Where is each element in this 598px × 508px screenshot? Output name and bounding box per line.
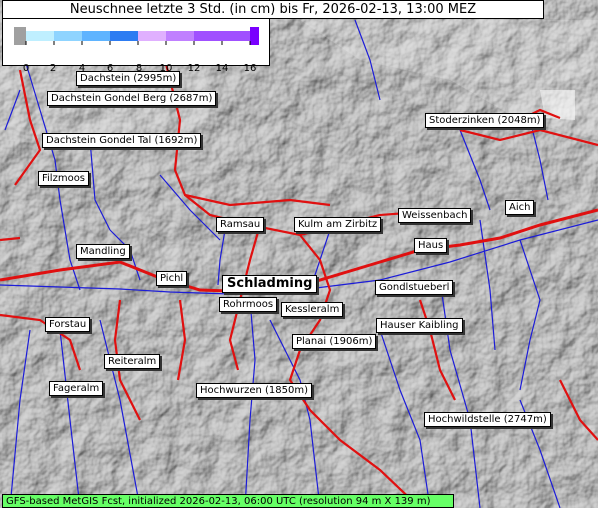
- place-label-dachstein-gondel-berg[interactable]: Dachstein Gondel Berg (2687m): [47, 91, 217, 106]
- place-label-filzmoos[interactable]: Filzmoos: [38, 171, 90, 186]
- place-label-pichl[interactable]: Pichl: [156, 271, 188, 286]
- map-title: Neuschnee letzte 3 Std. (in cm) bis Fr, …: [2, 0, 544, 19]
- place-label-hochwurzen[interactable]: Hochwurzen (1850m): [196, 383, 313, 398]
- place-label-mandling[interactable]: Mandling: [76, 244, 130, 259]
- legend-tick: 16: [243, 63, 257, 74]
- map-view[interactable]: Neuschnee letzte 3 Std. (in cm) bis Fr, …: [0, 0, 598, 508]
- place-label-hauser-kaibling[interactable]: Hauser Kaibling: [376, 318, 463, 333]
- legend-tick: 0: [22, 63, 30, 74]
- forecast-info-footer: GFS-based MetGIS Fcst, initialized 2026-…: [2, 494, 454, 508]
- legend-swatch: [222, 31, 250, 41]
- place-label-schladming[interactable]: Schladming: [222, 275, 318, 293]
- legend-swatch: [54, 31, 83, 41]
- place-label-dachstein-gondel-tal[interactable]: Dachstein Gondel Tal (1692m): [42, 133, 202, 148]
- place-label-rohrmoos[interactable]: Rohrmoos: [219, 297, 278, 312]
- place-label-weissenbach[interactable]: Weissenbach: [398, 208, 472, 223]
- place-label-ramsau[interactable]: Ramsau: [216, 217, 265, 232]
- legend-swatch: [138, 31, 167, 41]
- legend-swatch: [166, 31, 195, 41]
- snow-legend: 0 2 4 6 8 10 12 14 16: [2, 18, 270, 74]
- legend-swatch: [82, 31, 111, 41]
- legend-end-cap: [250, 27, 259, 45]
- legend-tick: 2: [49, 63, 57, 74]
- place-label-stoderzinken[interactable]: Stoderzinken (2048m): [425, 113, 545, 128]
- place-label-haus[interactable]: Haus: [414, 238, 448, 253]
- place-label-kessleralm[interactable]: Kessleralm: [281, 302, 344, 317]
- place-label-fageralm[interactable]: Fageralm: [49, 381, 104, 396]
- place-label-planai[interactable]: Planai (1906m): [292, 334, 377, 349]
- place-label-kulm-am-zirbitz[interactable]: Kulm am Zirbitz: [294, 217, 382, 232]
- legend-colorbar: [14, 27, 259, 45]
- place-label-dachstein[interactable]: Dachstein (2995m): [76, 71, 181, 86]
- legend-start-cap: [14, 27, 26, 45]
- place-label-hochwildstelle[interactable]: Hochwildstelle (2747m): [424, 412, 551, 427]
- place-label-aich[interactable]: Aich: [505, 200, 535, 215]
- place-label-reiteralm[interactable]: Reiteralm: [104, 354, 161, 369]
- place-label-gondlstueberl[interactable]: Gondlstueberl: [375, 280, 454, 295]
- legend-tick: 12: [187, 63, 201, 74]
- legend-tick: 14: [215, 63, 229, 74]
- legend-swatch: [194, 31, 223, 41]
- place-label-forstau[interactable]: Forstau: [45, 317, 91, 332]
- legend-swatch: [110, 31, 139, 41]
- legend-swatch: [26, 31, 55, 41]
